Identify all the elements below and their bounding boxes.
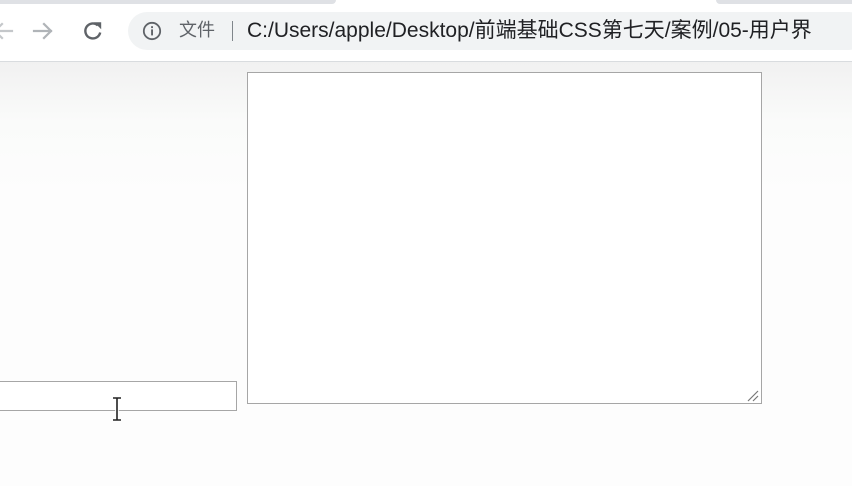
arrow-left-icon [0,22,14,40]
address-bar[interactable]: 文件 C:/Users/apple/Desktop/前端基础CSS第七天/案例/… [128,12,852,50]
text-cursor-icon [113,396,121,422]
resize-handle-icon[interactable] [745,388,759,402]
back-button[interactable] [0,14,20,48]
page-viewport [0,62,852,486]
forward-button[interactable] [26,14,60,48]
textarea-field[interactable] [247,72,762,404]
arrow-right-icon [32,22,53,40]
reload-button[interactable] [76,14,110,48]
tab-strip-edge [0,0,336,4]
security-label[interactable]: 文件 [179,20,215,42]
tab-strip-edge [716,0,852,4]
reload-icon [84,22,102,40]
info-icon[interactable] [142,21,162,41]
address-separator [232,21,233,41]
url-text[interactable]: C:/Users/apple/Desktop/前端基础CSS第七天/案例/05-… [247,19,812,43]
browser-toolbar: 文件 C:/Users/apple/Desktop/前端基础CSS第七天/案例/… [0,0,852,62]
